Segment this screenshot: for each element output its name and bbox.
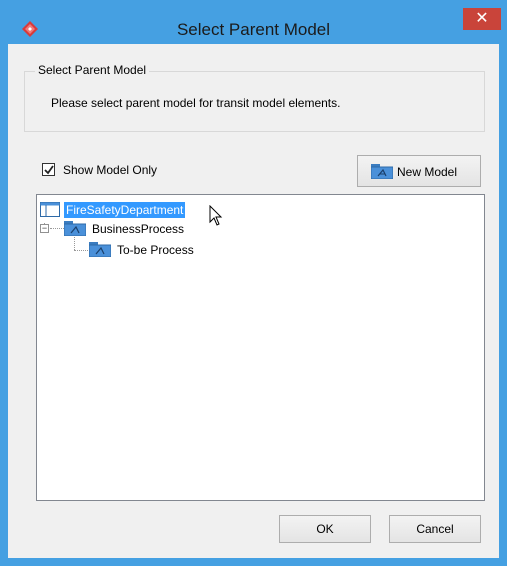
tree-connector: [50, 228, 64, 229]
new-model-label: New Model: [397, 165, 458, 179]
model-icon: [64, 221, 86, 236]
new-model-button[interactable]: New Model: [357, 155, 481, 187]
select-parent-model-dialog: Select Parent Model ✕ Select Parent Mode…: [0, 0, 507, 566]
project-icon: [40, 202, 60, 217]
show-model-only-checkbox[interactable]: [42, 163, 55, 176]
model-tree[interactable]: FireSafetyDepartment − BusinessProcess T…: [36, 194, 485, 501]
tree-item-label: To-be Process: [117, 243, 194, 257]
model-icon: [89, 242, 111, 257]
checkmark-icon: [44, 165, 54, 175]
cancel-button[interactable]: Cancel: [389, 515, 481, 543]
group-legend: Select Parent Model: [35, 63, 150, 77]
tree-item-label: FireSafetyDepartment: [64, 202, 186, 218]
tree-item-label: BusinessProcess: [92, 222, 185, 236]
mouse-cursor-icon: [209, 205, 223, 226]
instruction-text: Please select parent model for transit m…: [51, 96, 341, 110]
window-title: Select Parent Model: [176, 20, 331, 39]
tree-connector: [74, 237, 75, 250]
ok-button[interactable]: OK: [279, 515, 371, 543]
show-model-only-label[interactable]: Show Model Only: [63, 163, 157, 177]
title-bar[interactable]: Select Parent Model ✕: [0, 0, 507, 44]
collapse-toggle[interactable]: −: [40, 224, 49, 233]
package-icon: [371, 164, 393, 179]
tree-connector: [74, 250, 88, 251]
close-button[interactable]: ✕: [463, 8, 501, 30]
